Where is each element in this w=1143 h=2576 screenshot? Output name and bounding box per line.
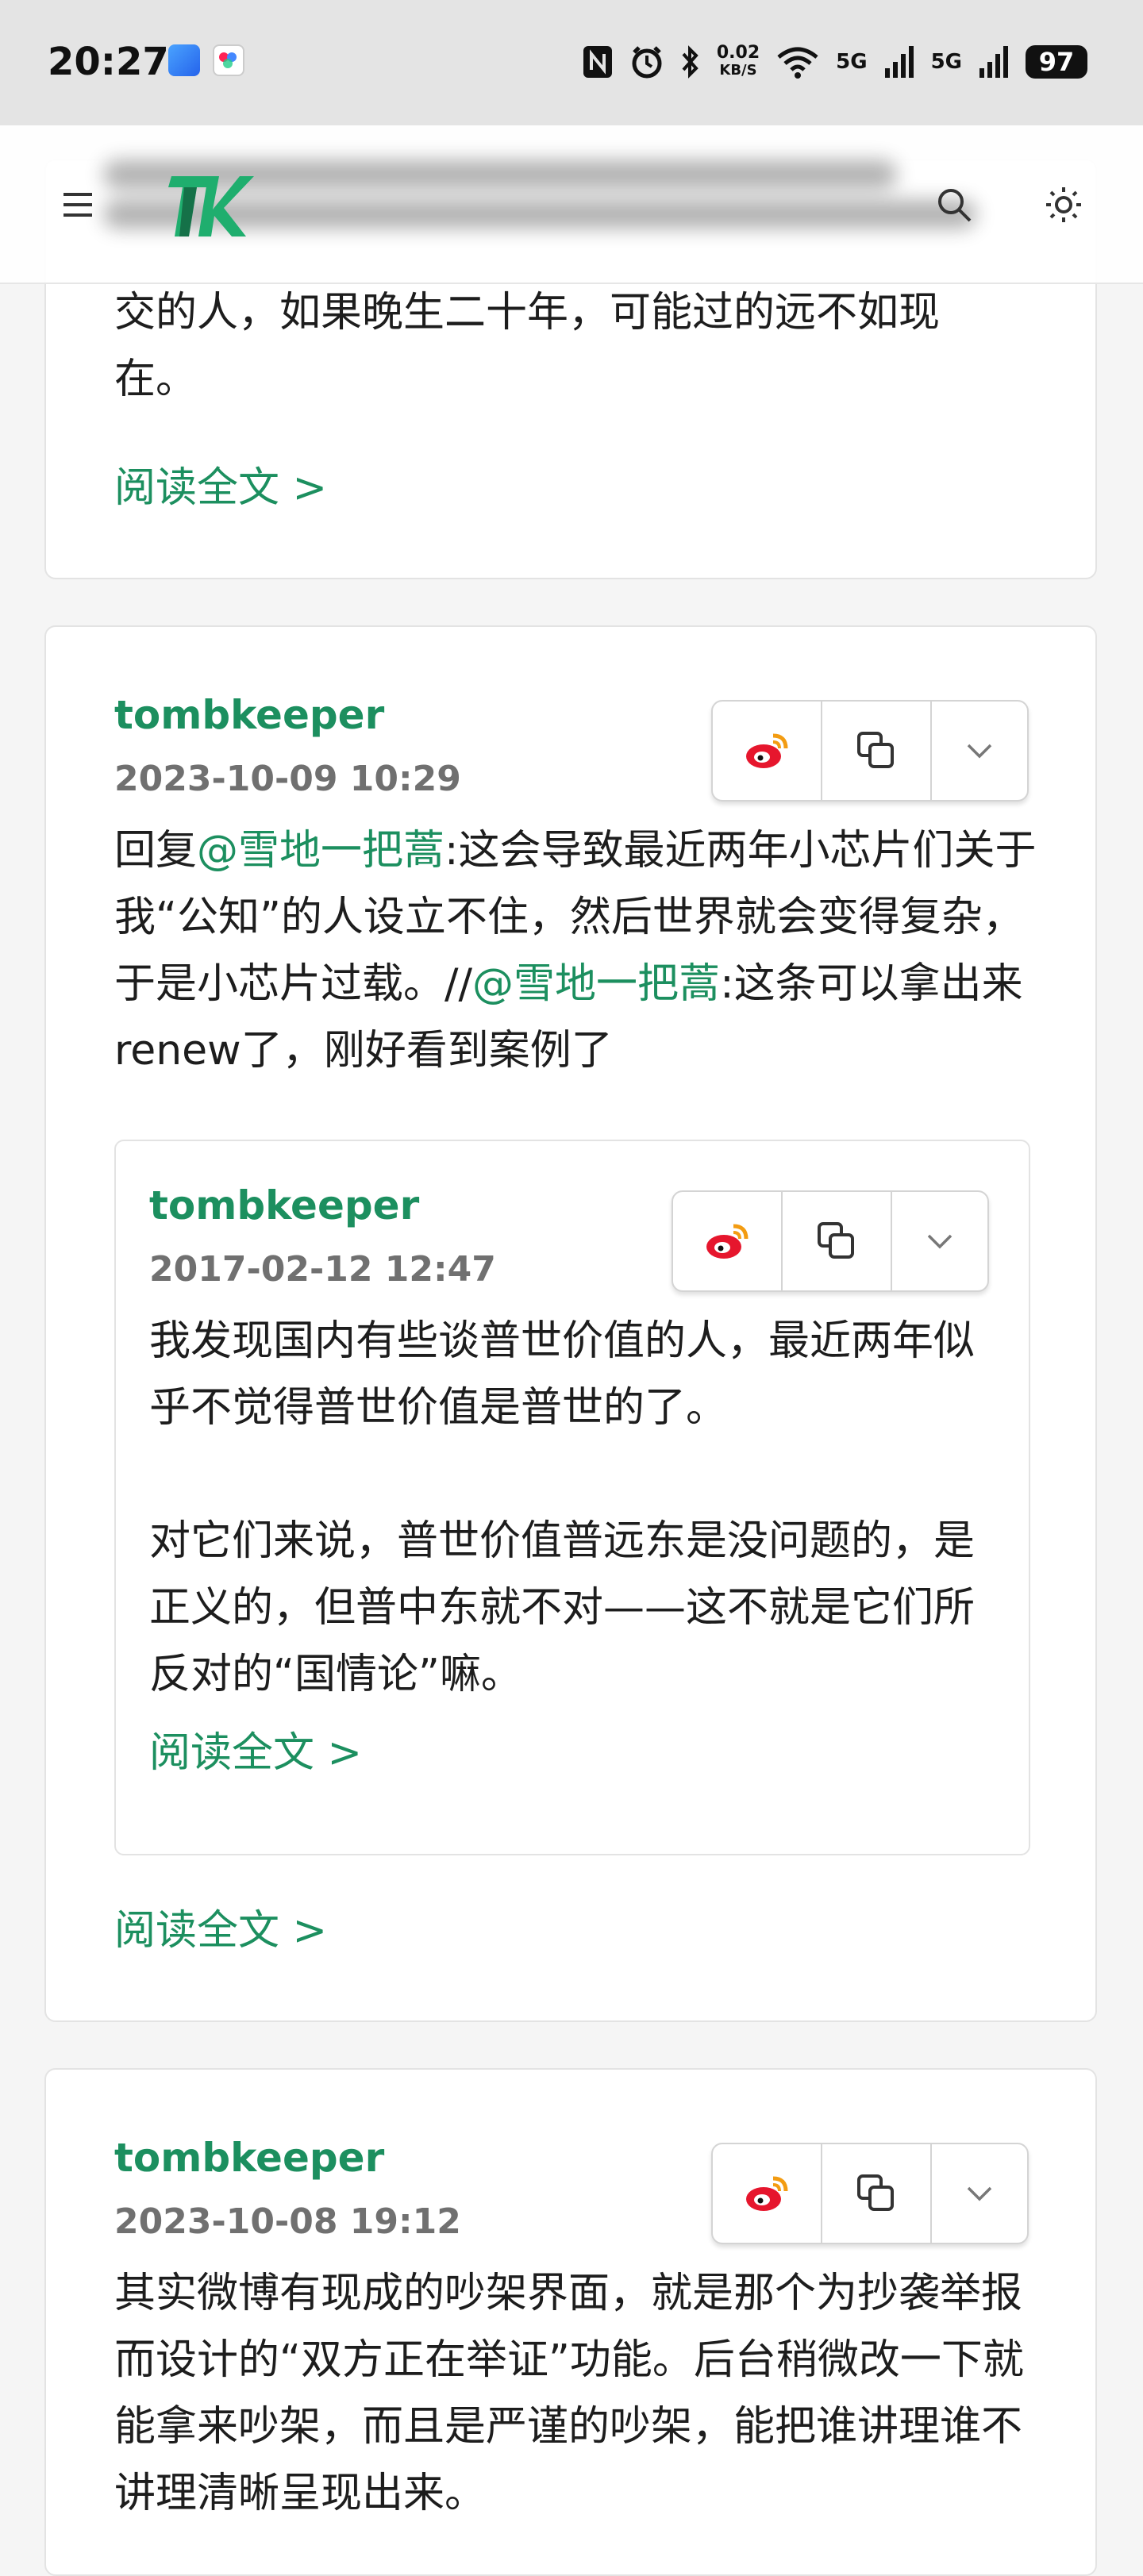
status-time: 20:27 <box>48 40 169 84</box>
net-speed-value: 0.02 <box>716 43 760 63</box>
post-date: 2023-10-08 19:12 <box>114 2201 461 2242</box>
more-options-button[interactable] <box>932 2144 1027 2243</box>
network-type-1: 5G <box>836 50 868 74</box>
post-text: 其实微博有现成的吵架界面，就是那个为抄袭举报而设计的“双方正在举证”功能。后台稍… <box>114 2270 1024 2517</box>
post-action-group <box>711 700 1029 802</box>
app-notification-icon <box>168 44 200 76</box>
weibo-icon <box>706 1224 749 1259</box>
weibo-icon <box>746 733 788 768</box>
net-speed-unit: KB/S <box>719 62 757 79</box>
mention-link[interactable]: @雪地一把蒿 <box>472 960 720 1008</box>
chevron-down-icon <box>927 1234 952 1249</box>
quoted-author[interactable]: tombkeeper <box>149 1182 419 1228</box>
read-more-link[interactable]: 阅读全文 > <box>114 454 327 513</box>
alarm-icon <box>632 46 662 79</box>
post-date: 2023-10-09 10:29 <box>114 759 461 799</box>
tk-logo-icon <box>168 176 254 236</box>
copy-button[interactable] <box>822 702 932 800</box>
bluetooth-icon <box>682 45 698 79</box>
app-notification-icon-2 <box>213 44 244 76</box>
quoted-date: 2017-02-12 12:47 <box>149 1249 496 1290</box>
post-author[interactable]: tombkeeper <box>114 2135 384 2181</box>
nfc-icon <box>583 46 612 78</box>
theme-toggle-icon <box>1046 187 1081 222</box>
quoted-text: 我发现国内有些谈普世价值的人，最近两年似乎不觉得普世价值是普世的了。 对它们来说… <box>149 1317 976 1698</box>
copy-icon <box>857 2174 894 2211</box>
weibo-button[interactable] <box>713 2144 822 2243</box>
post-text: 交的人，如果晚生二十年，可能过的远不如现 在。 <box>114 289 941 403</box>
copy-icon <box>818 1222 854 1259</box>
network-type-2: 5G <box>930 50 962 74</box>
mention-link[interactable]: @雪地一把蒿 <box>197 827 444 875</box>
wifi-icon <box>777 47 818 79</box>
post-card: tombkeeper 2023-10-09 10:29 回复@雪地一把蒿:这会导… <box>44 625 1097 2022</box>
weibo-button[interactable] <box>713 702 822 800</box>
copy-button[interactable] <box>783 1192 892 1290</box>
signal-icon-2 <box>979 46 1008 78</box>
read-more-link[interactable]: 阅读全文 > <box>149 1719 362 1778</box>
post-action-group <box>711 2143 1029 2244</box>
signal-icon <box>884 46 914 78</box>
quoted-post: tombkeeper 2017-02-12 12:47 我发现国内有些谈普世价值… <box>114 1140 1030 1855</box>
theme-toggle-button[interactable] <box>1024 165 1103 244</box>
more-options-button[interactable] <box>892 1192 987 1290</box>
search-icon <box>938 189 972 222</box>
weibo-button[interactable] <box>673 1192 783 1290</box>
copy-icon <box>857 732 894 768</box>
post-author[interactable]: tombkeeper <box>114 692 384 738</box>
more-options-button[interactable] <box>932 702 1027 800</box>
weibo-icon <box>746 2176 788 2211</box>
chevron-down-icon <box>967 744 992 759</box>
site-logo[interactable] <box>167 163 254 251</box>
reply-prefix: 回复 <box>114 827 198 875</box>
top-app-bar <box>0 125 1143 284</box>
menu-icon <box>64 193 92 217</box>
post-text: 回复@雪地一把蒿:这会导致最近两年小芯片们关于我“公知”的人设立不住，然后世界就… <box>114 817 1051 1084</box>
copy-button[interactable] <box>822 2144 932 2243</box>
menu-button[interactable] <box>38 165 117 244</box>
chevron-down-icon <box>967 2186 992 2201</box>
status-bar: 20:27 0.02 KB/S 5G 5G 97 <box>0 0 1143 125</box>
post-card: tombkeeper 2023-10-08 19:12 其实微博有现成的吵架界面… <box>44 2068 1097 2576</box>
quoted-action-group <box>672 1190 989 1292</box>
read-more-link[interactable]: 阅读全文 > <box>114 1897 327 1956</box>
battery-level: 97 <box>1026 45 1087 79</box>
search-button[interactable] <box>914 165 994 244</box>
